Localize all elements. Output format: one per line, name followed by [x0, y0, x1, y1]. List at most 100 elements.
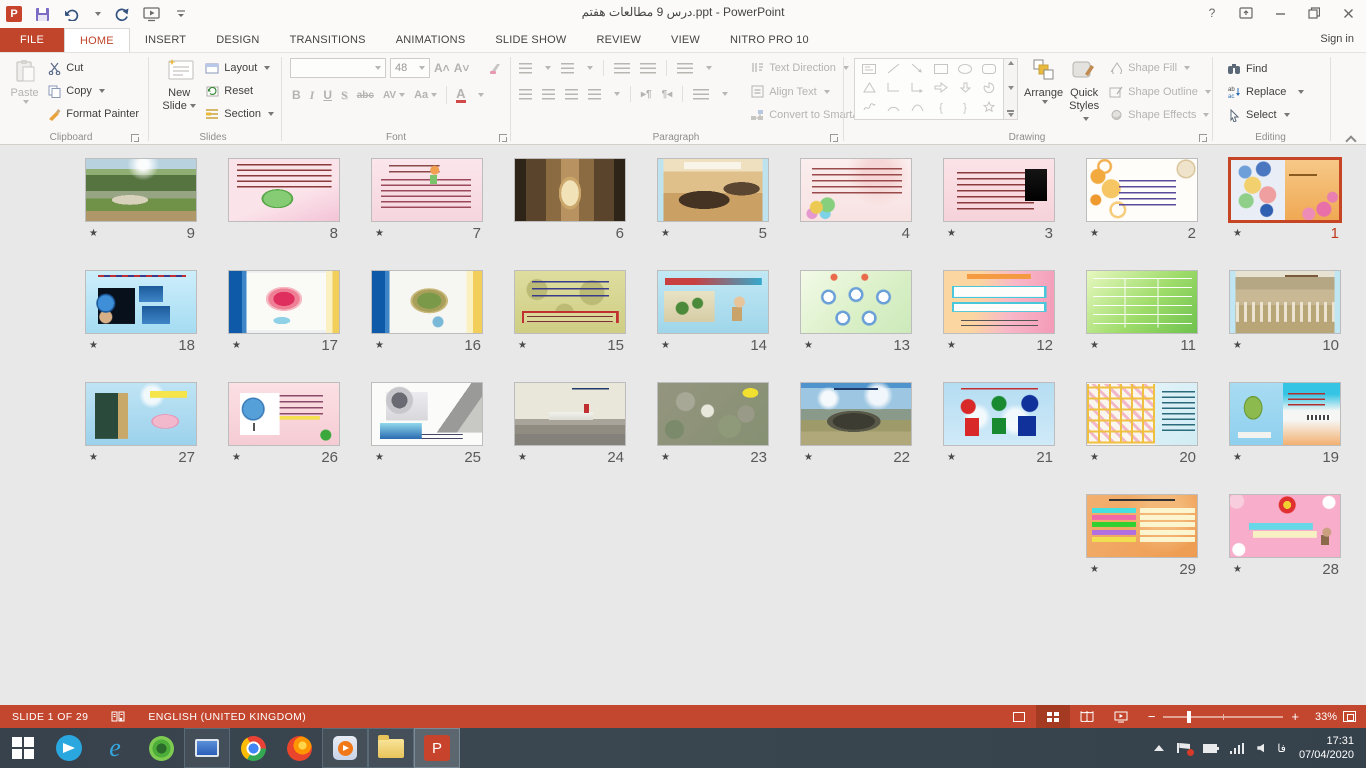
taskbar-file-explorer-button[interactable]	[368, 728, 414, 768]
taskbar-remote-desktop-button[interactable]	[184, 728, 230, 768]
shape-option-right-brace[interactable]: }	[963, 102, 967, 114]
slide-thumbnail[interactable]	[228, 270, 340, 334]
bullets-button[interactable]	[519, 63, 532, 74]
shape-option-curve[interactable]	[911, 99, 924, 117]
tab-slide-show[interactable]: SLIDE SHOW	[480, 28, 581, 52]
columns-button[interactable]	[693, 89, 709, 100]
shape-outline-button[interactable]: Shape Outline	[1105, 81, 1214, 103]
transition-star-icon[interactable]: ★	[661, 340, 670, 351]
fit-slide-to-window-icon[interactable]	[1343, 711, 1356, 722]
taskbar-firefox-button[interactable]	[276, 728, 322, 768]
slide-thumbnail[interactable]	[228, 382, 340, 446]
tab-nitro-pro-10[interactable]: NITRO PRO 10	[715, 28, 824, 52]
transition-star-icon[interactable]: ★	[804, 340, 813, 351]
character-spacing-button[interactable]: AV	[383, 90, 405, 101]
slide-thumbnail[interactable]	[371, 158, 483, 222]
action-center-flag-icon[interactable]	[1177, 743, 1190, 753]
taskbar-chrome-button[interactable]	[230, 728, 276, 768]
decrease-font-size-icon[interactable]: A˅	[454, 61, 470, 75]
shape-option-rectangle[interactable]	[934, 61, 948, 79]
slide-thumbnail[interactable]	[657, 270, 769, 334]
shape-option-scribble[interactable]	[863, 99, 876, 117]
drawing-dialog-launcher[interactable]	[1199, 134, 1207, 142]
shape-effects-button[interactable]: Shape Effects	[1105, 104, 1214, 126]
slide-thumbnail[interactable]	[85, 382, 197, 446]
normal-view-button[interactable]	[1002, 705, 1036, 728]
slide-thumbnail[interactable]	[371, 382, 483, 446]
transition-star-icon[interactable]: ★	[89, 340, 98, 351]
numbering-button[interactable]	[561, 63, 574, 74]
transition-star-icon[interactable]: ★	[661, 228, 670, 239]
shape-option-arrow-right[interactable]	[934, 80, 948, 98]
tab-transitions[interactable]: TRANSITIONS	[275, 28, 381, 52]
transition-star-icon[interactable]: ★	[89, 452, 98, 463]
close-button[interactable]	[1334, 2, 1362, 24]
transition-star-icon[interactable]: ★	[661, 452, 670, 463]
slide-thumbnail[interactable]	[514, 270, 626, 334]
shapes-scroll-up-icon[interactable]	[1008, 61, 1014, 65]
shape-option-textbox[interactable]	[862, 61, 876, 79]
slide-thumbnail[interactable]	[1086, 382, 1198, 446]
taskbar-internet-explorer-button[interactable]: e	[92, 728, 138, 768]
clipboard-dialog-launcher[interactable]	[131, 134, 139, 142]
slide-thumbnail[interactable]	[657, 158, 769, 222]
slide-thumbnail[interactable]	[1229, 158, 1341, 222]
underline-button[interactable]: U	[323, 88, 332, 102]
bold-button[interactable]: B	[292, 88, 301, 102]
slide-thumbnail[interactable]	[85, 158, 197, 222]
transition-star-icon[interactable]: ★	[89, 228, 98, 239]
undo-icon[interactable]	[62, 4, 82, 24]
network-signal-icon[interactable]	[1230, 743, 1244, 754]
undo-dropdown-caret[interactable]	[95, 12, 101, 16]
taskbar-powerpoint-button[interactable]: P	[414, 728, 460, 768]
transition-star-icon[interactable]: ★	[1233, 452, 1242, 463]
minimize-button[interactable]	[1266, 2, 1294, 24]
slide-thumbnail[interactable]	[1086, 494, 1198, 558]
new-slide-button[interactable]: New Slide	[157, 56, 201, 126]
shape-option-pie[interactable]	[983, 80, 995, 98]
zoom-slider[interactable]	[1163, 716, 1283, 718]
customize-qat-icon[interactable]	[171, 4, 191, 24]
slide-thumbnail[interactable]	[514, 158, 626, 222]
transition-star-icon[interactable]: ★	[947, 340, 956, 351]
collapse-ribbon-icon[interactable]	[1347, 135, 1356, 140]
slide-show-button[interactable]	[1104, 705, 1138, 728]
help-button[interactable]: ?	[1198, 2, 1226, 24]
volume-icon[interactable]	[1257, 744, 1264, 753]
transition-star-icon[interactable]: ★	[1233, 228, 1242, 239]
change-case-button[interactable]: Aa	[414, 89, 437, 101]
slide-thumbnail[interactable]	[800, 270, 912, 334]
language-indicator[interactable]: فا	[1277, 742, 1286, 755]
shape-option-left-brace[interactable]: {	[939, 102, 943, 114]
start-button[interactable]	[0, 728, 46, 768]
restore-button[interactable]	[1300, 2, 1328, 24]
reading-view-button[interactable]	[1070, 705, 1104, 728]
decrease-indent-button[interactable]	[614, 63, 630, 74]
slide-thumbnail[interactable]	[943, 158, 1055, 222]
shape-option-line[interactable]	[887, 61, 900, 79]
transition-star-icon[interactable]: ★	[947, 228, 956, 239]
replace-button[interactable]: abac Replace	[1223, 81, 1328, 102]
shapes-gallery[interactable]: { }	[854, 58, 1004, 120]
slide-thumbnail[interactable]	[943, 270, 1055, 334]
italic-button[interactable]: I	[310, 88, 315, 103]
layout-button[interactable]: Layout	[201, 57, 277, 79]
transition-star-icon[interactable]: ★	[375, 452, 384, 463]
ltr-direction-button[interactable]: ▸¶	[641, 89, 652, 100]
format-painter-button[interactable]: Format Painter	[43, 103, 142, 125]
tab-review[interactable]: REVIEW	[581, 28, 656, 52]
shapes-more-icon[interactable]	[1007, 110, 1014, 117]
transition-star-icon[interactable]: ★	[1233, 340, 1242, 351]
paragraph-dialog-launcher[interactable]	[830, 134, 838, 142]
zoom-level[interactable]: 33%	[1309, 711, 1337, 723]
transition-star-icon[interactable]: ★	[518, 340, 527, 351]
zoom-out-button[interactable]: −	[1148, 709, 1156, 724]
reset-button[interactable]: Reset	[201, 80, 277, 102]
slide-thumbnail[interactable]	[1229, 382, 1341, 446]
ribbon-display-options-button[interactable]	[1232, 2, 1260, 24]
shape-option-rounded-rectangle[interactable]	[982, 61, 996, 79]
cut-button[interactable]: Cut	[43, 57, 142, 79]
slide-sorter-area[interactable]: ★ 1 ★ 2 ★ 3 ★ 4 ★ 5 ★ 6	[0, 146, 1366, 705]
transition-star-icon[interactable]: ★	[1090, 340, 1099, 351]
rtl-direction-button[interactable]: ¶◂	[662, 89, 673, 100]
